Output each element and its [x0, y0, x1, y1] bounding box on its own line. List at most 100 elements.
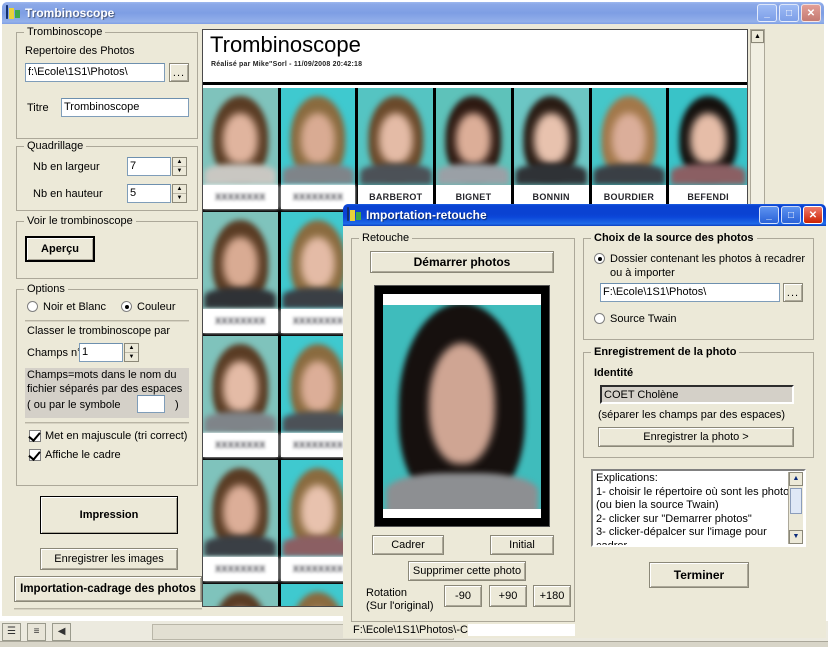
enregistrer-photo-button[interactable]: Enregistrer la photo >	[598, 427, 794, 447]
photo-cell[interactable]: BARBEROT	[358, 88, 437, 212]
portrait-graphic	[436, 88, 511, 185]
repertoire-browse-button[interactable]: ...	[169, 63, 189, 82]
explications-textarea[interactable]: Explications: 1- choisir le répertoire o…	[591, 469, 806, 547]
photo-cell[interactable]: BEFENDI	[669, 88, 747, 212]
hauteur-input[interactable]: 5	[127, 184, 171, 203]
titre-label: Titre	[27, 102, 49, 114]
preview-subtitle: Réalisé par Mike"Sorl - 11/09/2008 20:42…	[211, 61, 363, 68]
group-options-legend: Options	[24, 283, 68, 295]
minimize-icon[interactable]: _	[759, 206, 779, 224]
photo-cell[interactable]: XXXXXXXX	[203, 212, 281, 336]
explications-scroll-up-icon[interactable]: ▲	[789, 472, 803, 486]
radio-source-twain[interactable]: Source Twain	[594, 313, 676, 326]
hauteur-stepper-down[interactable]: ▼	[173, 194, 186, 202]
photo-cell[interactable]: XXXXXXXX	[203, 460, 281, 584]
champs-stepper[interactable]: ▲ ▼	[124, 343, 139, 362]
champs-input[interactable]: 1	[79, 343, 123, 362]
bg-toolbar-detail-icon[interactable]: ≡	[27, 623, 47, 641]
champs-hint-box: Champs=mots dans le nom du fichier sépar…	[25, 368, 189, 418]
photo-thumbnail	[591, 88, 667, 185]
repertoire-input[interactable]: f:\Ecole\1S1\Photos\	[25, 63, 165, 82]
identite-label: Identité	[594, 367, 634, 379]
source-path-browse-button[interactable]: ...	[783, 283, 803, 302]
options-divider-2	[25, 422, 189, 424]
classer-label: Classer le trombinoscope par	[27, 325, 171, 337]
radio-noir-et-blanc[interactable]: Noir et Blanc	[27, 301, 106, 314]
explications-scroll-down-icon[interactable]: ▼	[789, 530, 803, 544]
maximize-icon[interactable]: □	[779, 4, 799, 22]
apercu-button[interactable]: Aperçu	[25, 236, 95, 262]
explications-line-3: 2- clicker sur "Demarrer photos"	[596, 512, 752, 525]
group-enregistrement-legend: Enregistrement de la photo	[591, 346, 740, 358]
photo-cell[interactable]: XXXXXXXX	[203, 336, 281, 460]
bg-toolbar-back-icon[interactable]: ◀	[52, 623, 72, 641]
largeur-stepper-up[interactable]: ▲	[173, 158, 186, 167]
cadrer-button[interactable]: Cadrer	[372, 535, 444, 555]
hauteur-stepper[interactable]: ▲ ▼	[172, 184, 187, 203]
close-icon[interactable]: ✕	[801, 4, 821, 22]
portrait-graphic	[203, 584, 278, 606]
explications-line-0: Explications:	[596, 472, 658, 484]
champs-stepper-down[interactable]: ▼	[125, 353, 138, 361]
photo-preview-image[interactable]	[383, 294, 541, 518]
group-choix-source-legend: Choix de la source des photos	[591, 232, 757, 244]
portrait-graphic	[203, 460, 278, 557]
photo-thumbnail	[669, 88, 747, 185]
initial-button[interactable]: Initial	[490, 535, 554, 555]
enregistrer-images-button[interactable]: Enregistrer les images	[40, 548, 178, 570]
explications-scroll-thumb[interactable]	[790, 488, 802, 514]
hauteur-stepper-up[interactable]: ▲	[173, 185, 186, 194]
checkbox-majuscule[interactable]: Met en majuscule (tri correct)	[29, 430, 187, 443]
rotate-plus-180-button[interactable]: +180	[533, 585, 571, 607]
bg-toolbar-list-icon[interactable]: ☰	[2, 623, 21, 641]
explications-line-2: (ou bien la source Twain)	[596, 499, 719, 511]
photo-cell[interactable]: XXXXXXXX	[280, 88, 359, 212]
photo-thumbnail	[203, 460, 278, 557]
titre-input[interactable]: Trombinoscope	[61, 98, 189, 117]
preview-title: Trombinoscope	[210, 32, 361, 57]
largeur-stepper-down[interactable]: ▼	[173, 167, 186, 175]
source-path-input[interactable]: F:\Ecole\1S1\Photos\	[600, 283, 780, 302]
path-blank-tail	[467, 624, 575, 637]
importation-retouche-dialog[interactable]: Importation-retouche _ □ ✕ Retouche Déma…	[343, 204, 826, 638]
supprimer-photo-button[interactable]: Supprimer cette photo	[408, 561, 526, 581]
portrait-graphic	[591, 88, 667, 185]
symbole-input[interactable]	[137, 395, 165, 413]
photo-preview-frame[interactable]	[374, 285, 550, 527]
photo-cell[interactable]: BONNIN	[513, 88, 592, 212]
dialog-titlebar[interactable]: Importation-retouche _ □ ✕	[343, 204, 826, 226]
preview-header: Trombinoscope Réalisé par Mike"Sorl - 11…	[203, 30, 747, 85]
portrait-graphic	[669, 88, 747, 185]
maximize-icon[interactable]: □	[781, 206, 801, 224]
rotate-minus-90-button[interactable]: -90	[444, 585, 482, 607]
largeur-input[interactable]: 7	[127, 157, 171, 176]
explications-scrollbar[interactable]: ▲ ▼	[788, 472, 803, 544]
photo-cell[interactable]: XXXXXXXX	[203, 584, 281, 606]
demarrer-photos-button[interactable]: Démarrer photos	[370, 251, 554, 273]
checkbox-affiche-cadre[interactable]: Affiche le cadre	[29, 449, 121, 462]
group-trombinoscope-legend: Trombinoscope	[24, 26, 106, 38]
minimize-icon[interactable]: _	[757, 4, 777, 22]
radio-couleur[interactable]: Couleur	[121, 301, 176, 314]
group-enregistrement-photo: Enregistrement de la photo Identité COET…	[583, 346, 814, 458]
radio-dossier-photos[interactable]: Dossier contenant les photos à recadrer	[594, 253, 805, 266]
rotate-plus-90-button[interactable]: +90	[489, 585, 527, 607]
photo-name-label: XXXXXXXX	[203, 433, 278, 457]
photo-cell[interactable]: BOURDIER	[591, 88, 670, 212]
terminer-button[interactable]: Terminer	[649, 562, 749, 588]
left-panel-bottom-divider	[14, 608, 202, 610]
photo-cell[interactable]: BIGNET	[436, 88, 514, 212]
group-voir-legend: Voir le trombinoscope	[24, 215, 136, 227]
champs-stepper-up[interactable]: ▲	[125, 344, 138, 353]
champs-hint-line1: Champs=mots dans le nom du	[27, 369, 177, 381]
identite-input[interactable]: COET Cholène	[600, 385, 794, 404]
scroll-up-icon[interactable]: ▲	[751, 30, 764, 43]
impression-button[interactable]: Impression	[40, 496, 178, 534]
portrait-graphic	[280, 88, 356, 185]
main-window-titlebar[interactable]: Trombinoscope _ □ ✕	[2, 2, 824, 24]
champs-hint-line2: fichier séparés par des espaces	[27, 383, 183, 395]
largeur-stepper[interactable]: ▲ ▼	[172, 157, 187, 176]
close-icon[interactable]: ✕	[803, 206, 823, 224]
photo-cell[interactable]: XXXXXXXX	[203, 88, 281, 212]
importation-cadrage-button[interactable]: Importation-cadrage des photos	[14, 576, 202, 602]
